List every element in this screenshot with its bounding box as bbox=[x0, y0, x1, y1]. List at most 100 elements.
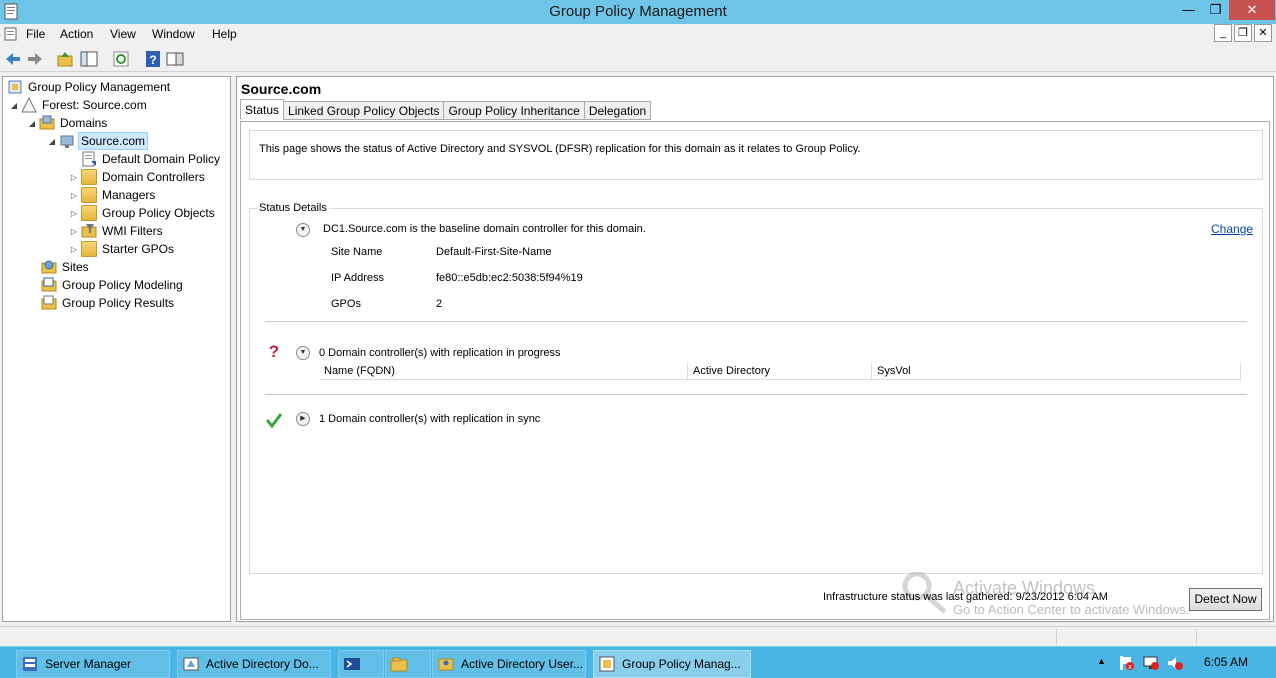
in-progress-text: 0 Domain controller(s) with replication … bbox=[319, 347, 561, 359]
in-sync-text: 1 Domain controller(s) with replication … bbox=[319, 413, 541, 425]
tree-label: Domain Controllers bbox=[102, 170, 205, 184]
taskbar: Server Manager Active Directory Do... Ac… bbox=[0, 646, 1276, 678]
tree-label: Group Policy Objects bbox=[102, 206, 215, 220]
mdi-controls: _ ❐ ✕ bbox=[1212, 24, 1272, 44]
tree-label: Source.com bbox=[78, 132, 149, 150]
close-button[interactable]: ✕ bbox=[1229, 0, 1275, 20]
ad-domains-icon bbox=[182, 655, 200, 673]
expand-triangle-icon[interactable]: ▷ bbox=[69, 209, 79, 218]
taskbar-item-server-manager[interactable]: Server Manager bbox=[16, 650, 170, 678]
column-header-sysvol[interactable]: SysVol bbox=[872, 364, 1241, 380]
collapse-triangle-icon[interactable]: ◢ bbox=[47, 137, 57, 146]
collapse-chevron-icon[interactable]: ▼ bbox=[296, 346, 310, 360]
sites-icon bbox=[41, 259, 57, 275]
volume-muted-icon[interactable] bbox=[1166, 654, 1184, 675]
expand-triangle-icon[interactable]: ▷ bbox=[69, 227, 79, 236]
gpos-value: 2 bbox=[436, 298, 443, 310]
status-details-group: Status Details ▼ DC1.Source.com is the b… bbox=[249, 202, 1263, 574]
network-icon[interactable] bbox=[1142, 654, 1160, 675]
expand-triangle-icon[interactable]: ▷ bbox=[69, 191, 79, 200]
menu-action[interactable]: Action bbox=[60, 27, 93, 41]
taskbar-item-ad-users[interactable]: Active Directory User... bbox=[432, 650, 586, 678]
expand-triangle-icon[interactable]: ▷ bbox=[69, 173, 79, 182]
tree-node-group-policy-objects[interactable]: ▷ Group Policy Objects bbox=[69, 204, 217, 222]
tree-label: WMI Filters bbox=[102, 224, 163, 238]
column-header-active-directory[interactable]: Active Directory bbox=[688, 364, 872, 380]
info-box: This page shows the status of Active Dir… bbox=[249, 130, 1263, 180]
menu-view[interactable]: View bbox=[110, 27, 136, 41]
maximize-button[interactable]: ❐ bbox=[1202, 0, 1229, 20]
taskbar-item-explorer[interactable] bbox=[385, 650, 431, 678]
mdi-restore-button[interactable]: ❐ bbox=[1234, 24, 1252, 42]
tree-node-gpm-root[interactable]: Group Policy Management bbox=[7, 78, 172, 96]
separator bbox=[265, 394, 1247, 395]
detect-now-button[interactable]: Detect Now bbox=[1189, 588, 1262, 611]
taskbar-item-ad-domains[interactable]: Active Directory Do... bbox=[177, 650, 331, 678]
column-header-name[interactable]: Name (FQDN) bbox=[319, 364, 688, 380]
taskbar-item-gpm[interactable]: Group Policy Manag... bbox=[593, 650, 751, 678]
tab-status[interactable]: Status bbox=[240, 99, 285, 120]
gpos-label: GPOs bbox=[331, 298, 361, 310]
tree-node-forest[interactable]: ◢ Forest: Source.com bbox=[9, 96, 149, 114]
gpo-folder-icon bbox=[81, 205, 97, 221]
action-center-flag-icon[interactable]: x bbox=[1118, 654, 1136, 675]
site-name-label: Site Name bbox=[331, 246, 383, 258]
collapse-chevron-icon[interactable]: ▼ bbox=[296, 223, 310, 237]
properties-pane-icon[interactable] bbox=[166, 50, 184, 68]
svg-text:x: x bbox=[1128, 664, 1132, 671]
tree-node-gp-results[interactable]: Group Policy Results bbox=[41, 294, 176, 312]
up-folder-icon[interactable] bbox=[56, 50, 74, 68]
mdi-minimize-button[interactable]: _ bbox=[1214, 24, 1232, 42]
help-icon[interactable]: ? bbox=[144, 50, 162, 68]
tree-node-default-domain-policy[interactable]: Default Domain Policy bbox=[69, 150, 222, 168]
results-icon bbox=[41, 295, 57, 311]
server-manager-icon bbox=[21, 655, 39, 673]
gpm-root-icon bbox=[7, 79, 23, 95]
ou-folder-icon bbox=[81, 187, 97, 203]
separator bbox=[265, 321, 1247, 322]
tab-delegation[interactable]: Delegation bbox=[583, 101, 652, 120]
tree-node-managers[interactable]: ▷ Managers bbox=[69, 186, 157, 204]
collapse-triangle-icon[interactable]: ◢ bbox=[9, 101, 19, 110]
tree-node-domain-controllers[interactable]: ▷ Domain Controllers bbox=[69, 168, 207, 186]
status-details-label: Status Details bbox=[257, 202, 329, 214]
refresh-icon[interactable] bbox=[112, 50, 130, 68]
title-bar: Group Policy Management — ❐ ✕ bbox=[0, 0, 1276, 24]
mdi-document-icon[interactable] bbox=[4, 27, 18, 41]
tree-node-starter-gpos[interactable]: ▷ Starter GPOs bbox=[69, 240, 176, 258]
tree-label: Domains bbox=[60, 116, 108, 130]
show-hidden-icons-arrow[interactable]: ▲ bbox=[1097, 656, 1106, 666]
tab-linked-gpos[interactable]: Linked Group Policy Objects bbox=[283, 101, 445, 120]
tree-label: Group Policy Management bbox=[28, 80, 171, 94]
modeling-icon bbox=[41, 277, 57, 293]
tab-gp-inheritance[interactable]: Group Policy Inheritance bbox=[443, 101, 585, 120]
tree-node-sites[interactable]: Sites bbox=[41, 258, 91, 276]
window-title: Group Policy Management bbox=[549, 3, 727, 20]
expand-triangle-icon[interactable]: ▷ bbox=[69, 245, 79, 254]
starter-gpo-folder-icon bbox=[81, 241, 97, 257]
expand-chevron-icon[interactable]: ▶ bbox=[296, 412, 310, 426]
tree-node-gp-modeling[interactable]: Group Policy Modeling bbox=[41, 276, 185, 294]
tree-node-domains[interactable]: ◢ Domains bbox=[27, 114, 109, 132]
minimize-button[interactable]: — bbox=[1175, 0, 1202, 20]
collapse-triangle-icon[interactable]: ◢ bbox=[27, 119, 37, 128]
tree-node-source-com[interactable]: ◢ Source.com bbox=[47, 132, 149, 150]
menu-file[interactable]: File bbox=[26, 27, 45, 41]
clock[interactable]: 6:05 AM bbox=[1204, 655, 1248, 669]
status-bar bbox=[0, 626, 1276, 646]
question-mark-icon: ? bbox=[267, 342, 281, 363]
forward-arrow-icon[interactable] bbox=[26, 50, 44, 68]
menu-window[interactable]: Window bbox=[152, 27, 195, 41]
menu-help[interactable]: Help bbox=[212, 27, 237, 41]
taskbar-item-powershell[interactable] bbox=[338, 650, 384, 678]
details-pane: Source.com Status Linked Group Policy Ob… bbox=[236, 76, 1274, 622]
powershell-icon bbox=[343, 655, 361, 673]
tree-label: Starter GPOs bbox=[102, 242, 175, 256]
change-link[interactable]: Change bbox=[1211, 222, 1253, 236]
back-arrow-icon[interactable] bbox=[4, 50, 22, 68]
domain-icon bbox=[59, 133, 75, 149]
tree-label: Group Policy Results bbox=[62, 296, 175, 310]
mdi-close-button[interactable]: ✕ bbox=[1254, 24, 1272, 42]
show-hide-tree-icon[interactable] bbox=[80, 50, 98, 68]
tree-node-wmi-filters[interactable]: ▷ WMI Filters bbox=[69, 222, 165, 240]
